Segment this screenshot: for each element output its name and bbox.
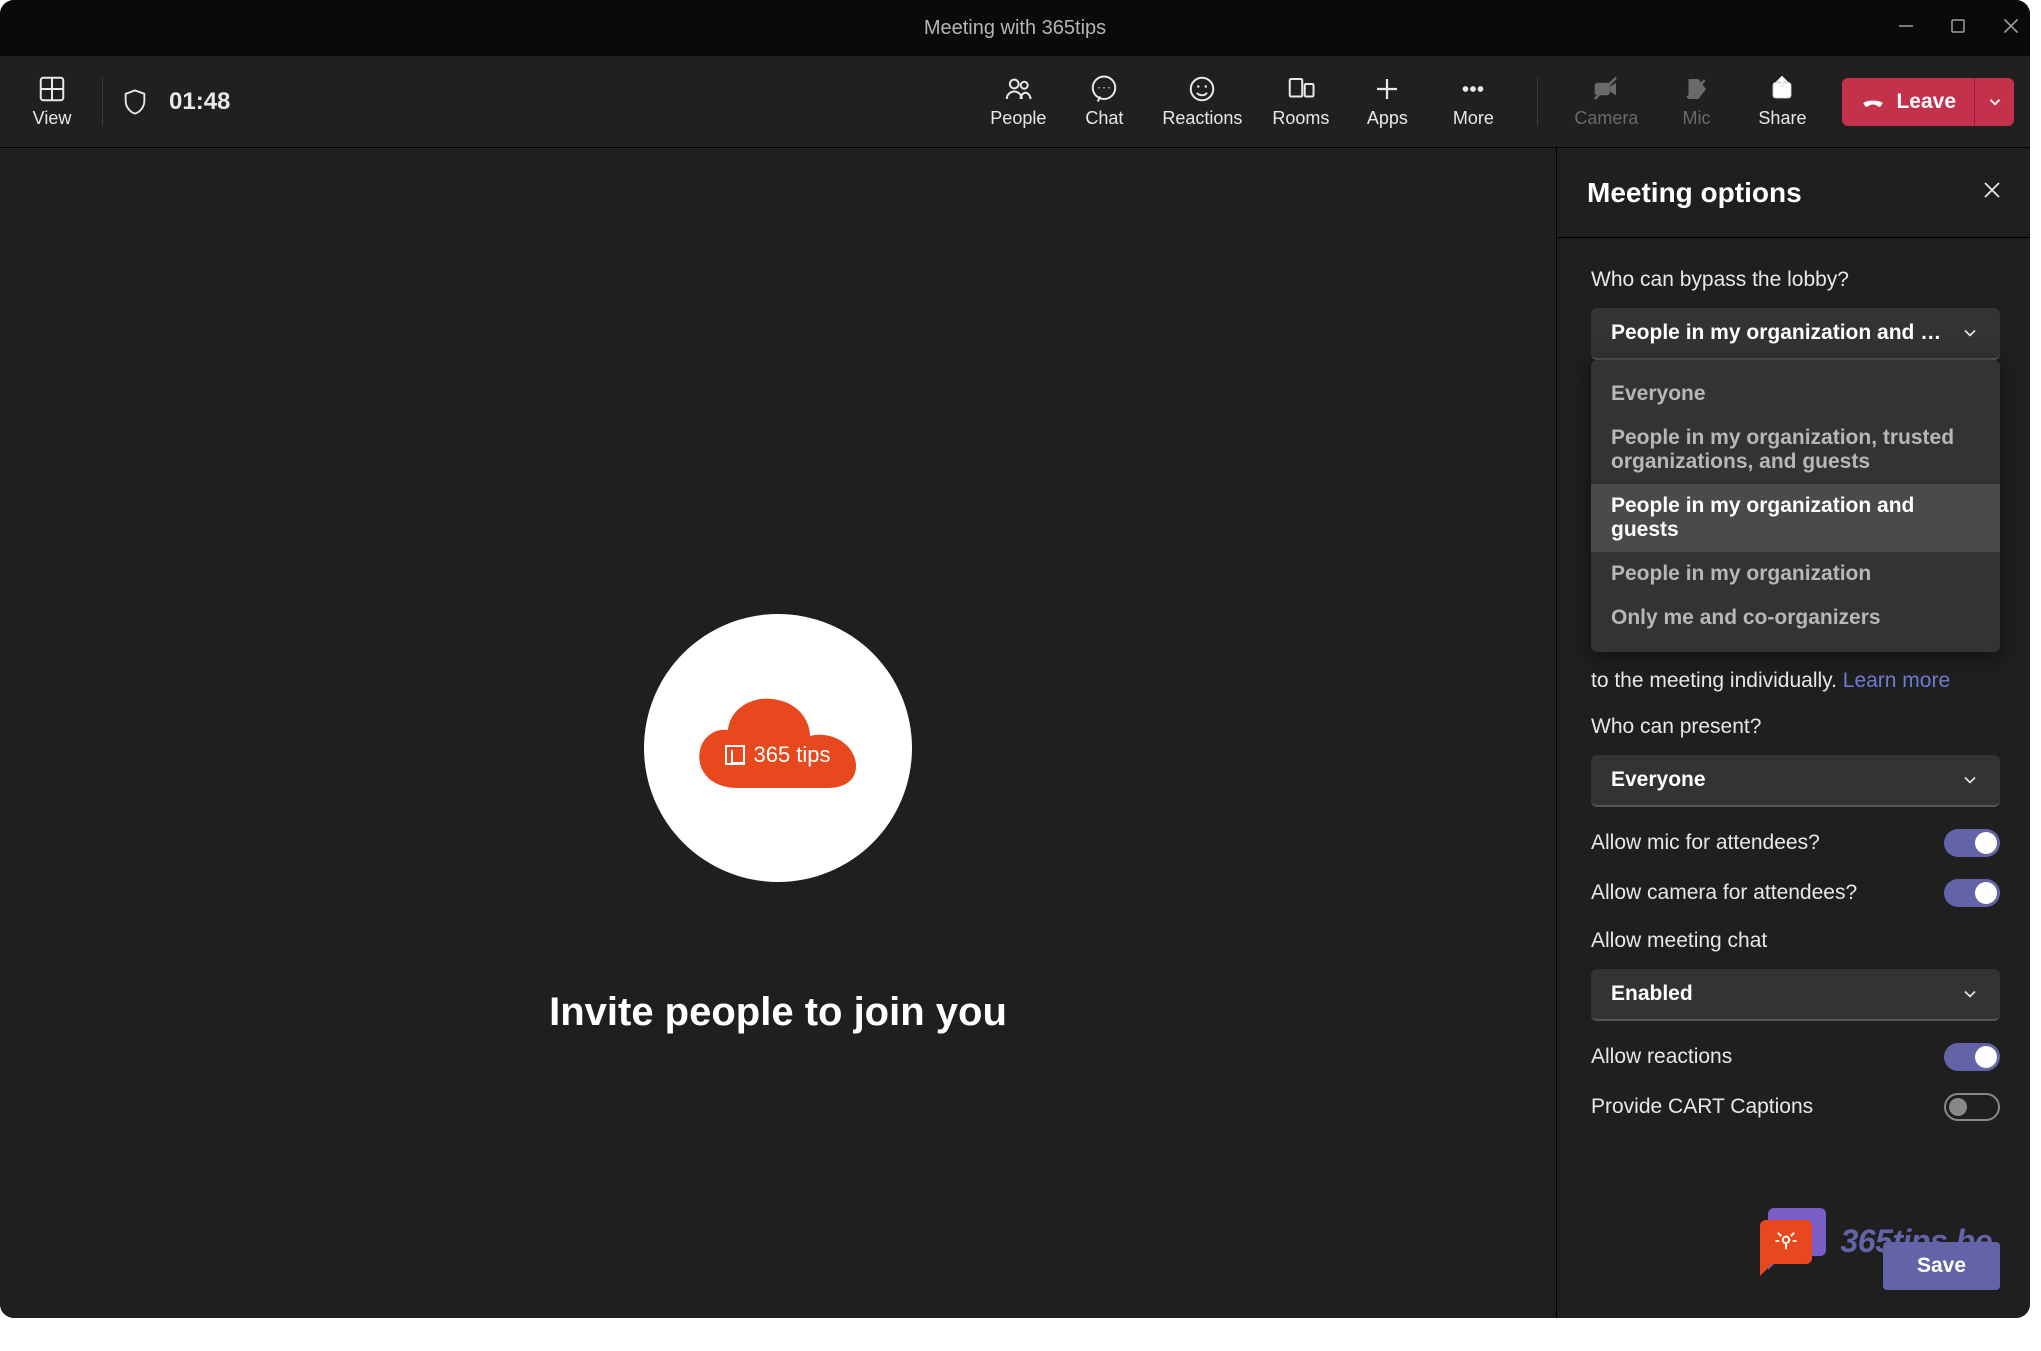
view-label: View (33, 108, 72, 129)
lobby-option-only-me[interactable]: Only me and co-organizers (1591, 596, 2000, 640)
chat-label: Chat (1085, 108, 1123, 129)
camera-label: Camera (1574, 108, 1638, 129)
mic-button[interactable]: Mic (1656, 70, 1736, 133)
meeting-toolbar: View 01:48 People Chat Reactions (0, 56, 2030, 148)
hangup-icon (1860, 89, 1886, 115)
shield-icon (121, 88, 149, 116)
lobby-option-org[interactable]: People in my organization (1591, 552, 2000, 596)
chevron-down-icon (1960, 984, 1980, 1004)
people-label: People (990, 108, 1046, 129)
watermark: 365tips.be (1760, 1208, 1992, 1274)
lobby-select-value: People in my organization and … (1611, 321, 1941, 345)
separator (1537, 78, 1538, 126)
lobby-label: Who can bypass the lobby? (1591, 268, 2000, 292)
leave-button[interactable]: Leave (1842, 78, 1974, 126)
meeting-options-panel: Meeting options Who can bypass the lobby… (1556, 148, 2030, 1318)
allow-chat-value: Enabled (1611, 982, 1693, 1006)
leave-group: Leave (1842, 78, 2014, 126)
app-window: Meeting with 365tips View (0, 0, 2030, 1318)
present-select[interactable]: Everyone (1591, 755, 2000, 807)
allow-reactions-toggle[interactable] (1944, 1043, 2000, 1071)
people-button[interactable]: People (978, 70, 1058, 133)
meeting-timer: 01:48 (169, 88, 230, 116)
allow-reactions-label: Allow reactions (1591, 1045, 1732, 1069)
reactions-button[interactable]: Reactions (1150, 70, 1254, 133)
panel-title: Meeting options (1587, 177, 1802, 209)
panel-body: Who can bypass the lobby? People in my o… (1557, 238, 2030, 1222)
present-label: Who can present? (1591, 715, 2000, 739)
reactions-label: Reactions (1162, 108, 1242, 129)
close-window-button[interactable] (2000, 15, 2022, 42)
maximize-button[interactable] (1948, 16, 1968, 41)
rooms-button[interactable]: Rooms (1260, 70, 1341, 133)
leave-dropdown-button[interactable] (1974, 78, 2014, 126)
view-button[interactable]: View (20, 70, 84, 133)
allow-camera-label: Allow camera for attendees? (1591, 881, 1857, 905)
allow-chat-select[interactable]: Enabled (1591, 969, 2000, 1021)
avatar-logo: 365 tips (688, 688, 868, 808)
lobby-dropdown: Everyone People in my organization, trus… (1591, 360, 2000, 652)
share-button[interactable]: Share (1742, 70, 1822, 133)
rooms-label: Rooms (1272, 108, 1329, 129)
meeting-avatar: 365 tips (644, 614, 912, 882)
watermark-icon (1760, 1208, 1826, 1274)
allow-camera-toggle[interactable] (1944, 879, 2000, 907)
more-button[interactable]: More (1433, 70, 1513, 133)
more-label: More (1453, 108, 1494, 129)
provide-cart-row: Provide CART Captions (1591, 1093, 2000, 1121)
allow-mic-label: Allow mic for attendees? (1591, 831, 1820, 855)
main-stage: 365 tips Invite people to join you (0, 148, 1556, 1318)
window-controls (1896, 0, 2022, 56)
present-select-value: Everyone (1611, 768, 1706, 792)
provide-cart-label: Provide CART Captions (1591, 1095, 1813, 1119)
lobby-option-org-guests[interactable]: People in my organization and guests (1591, 484, 2000, 552)
panel-header: Meeting options (1557, 148, 2030, 238)
lobby-option-everyone[interactable]: Everyone (1591, 372, 2000, 416)
close-panel-button[interactable] (1980, 178, 2004, 207)
allow-mic-row: Allow mic for attendees? (1591, 829, 2000, 857)
separator (102, 78, 103, 126)
chat-button[interactable]: Chat (1064, 70, 1144, 133)
camera-button[interactable]: Camera (1562, 70, 1650, 133)
avatar-logo-text: 365 tips (753, 742, 830, 768)
leave-label: Leave (1896, 90, 1956, 114)
chevron-down-icon (1986, 93, 2004, 111)
learn-more-link[interactable]: Learn more (1843, 669, 1950, 692)
share-label: Share (1758, 108, 1806, 129)
lobby-helper-text: to the meeting individually. Learn more (1591, 666, 2000, 695)
window-title: Meeting with 365tips (924, 17, 1106, 40)
invite-heading: Invite people to join you (0, 990, 1556, 1035)
content-area: 365 tips Invite people to join you Meeti… (0, 148, 2030, 1318)
chevron-down-icon (1960, 770, 1980, 790)
lobby-select[interactable]: People in my organization and … (1591, 308, 2000, 360)
lobby-option-trusted[interactable]: People in my organization, trusted organ… (1591, 416, 2000, 484)
apps-button[interactable]: Apps (1347, 70, 1427, 133)
allow-reactions-row: Allow reactions (1591, 1043, 2000, 1071)
allow-camera-row: Allow camera for attendees? (1591, 879, 2000, 907)
apps-label: Apps (1367, 108, 1408, 129)
allow-mic-toggle[interactable] (1944, 829, 2000, 857)
provide-cart-toggle[interactable] (1944, 1093, 2000, 1121)
chevron-down-icon (1960, 323, 1980, 343)
close-icon (1980, 178, 2004, 202)
title-bar: Meeting with 365tips (0, 0, 2030, 56)
allow-chat-label: Allow meeting chat (1591, 929, 2000, 953)
meeting-status: 01:48 (121, 88, 230, 116)
mic-label: Mic (1682, 108, 1710, 129)
watermark-text: 365tips.be (1840, 1223, 1992, 1260)
minimize-button[interactable] (1896, 16, 1916, 41)
office-icon (725, 745, 745, 765)
